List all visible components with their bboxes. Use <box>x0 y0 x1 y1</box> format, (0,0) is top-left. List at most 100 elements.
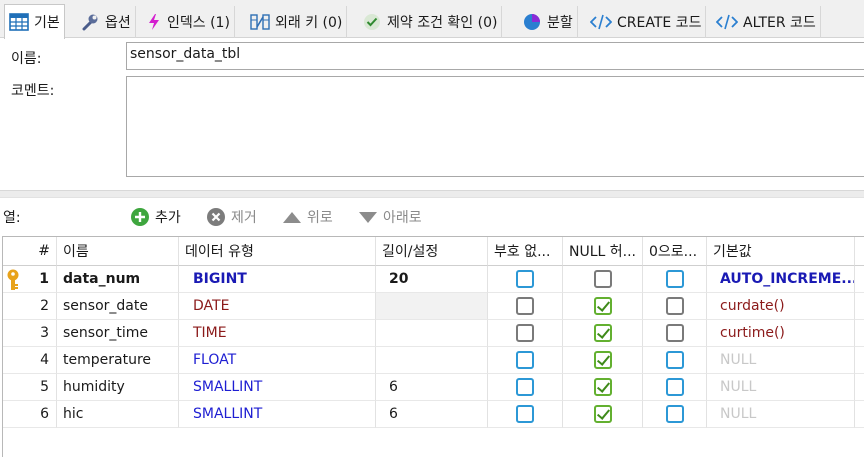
column-default[interactable]: curdate() <box>707 293 855 320</box>
splitter[interactable] <box>0 190 864 198</box>
unsigned-checkbox[interactable] <box>516 378 534 396</box>
header-name[interactable]: 이름 <box>57 237 179 266</box>
allow-null-checkbox-cell[interactable] <box>563 374 643 401</box>
column-name[interactable]: humidity <box>57 374 179 401</box>
column-length[interactable] <box>376 293 488 320</box>
column-name[interactable]: temperature <box>57 347 179 374</box>
tab-partitioning[interactable]: 분할 <box>518 6 578 38</box>
column-length[interactable] <box>376 320 488 347</box>
table-row[interactable]: 1 data_num BIGINT 20 AUTO_INCREME... <box>3 266 864 293</box>
remove-column-button[interactable]: 제거 <box>206 206 257 228</box>
zerofill-checkbox-cell[interactable] <box>643 266 707 293</box>
column-default[interactable]: NULL <box>707 374 855 401</box>
arrow-up-icon <box>283 212 301 223</box>
down-label: 아래로 <box>383 210 422 226</box>
header-more[interactable] <box>855 237 864 266</box>
tab-basic[interactable]: 기본 <box>4 4 65 39</box>
column-length[interactable]: 20 <box>376 266 488 293</box>
table-row[interactable]: 2 sensor_date DATE curdate() <box>3 293 864 320</box>
unsigned-checkbox-cell[interactable] <box>488 266 563 293</box>
unsigned-checkbox-cell[interactable] <box>488 374 563 401</box>
tab-foreign-keys[interactable]: 외래 키 (0) <box>246 6 348 38</box>
overflow-cell <box>855 374 864 401</box>
column-default[interactable]: NULL <box>707 401 855 428</box>
unsigned-checkbox[interactable] <box>516 405 534 423</box>
zerofill-checkbox-cell[interactable] <box>643 320 707 347</box>
column-name[interactable]: hic <box>57 401 179 428</box>
move-down-button[interactable]: 아래로 <box>358 206 422 228</box>
zerofill-checkbox-cell[interactable] <box>643 374 707 401</box>
allow-null-checkbox-cell[interactable] <box>563 293 643 320</box>
tab-create-code[interactable]: CREATE 코드 <box>586 6 707 38</box>
tab-alter-code[interactable]: ALTER 코드 <box>712 6 821 38</box>
header-default[interactable]: 기본값 <box>707 237 855 266</box>
tab-label: 인덱스 (1) <box>167 15 230 31</box>
zerofill-checkbox-cell[interactable] <box>643 401 707 428</box>
zerofill-checkbox[interactable] <box>665 351 684 369</box>
allow-null-checkbox-cell[interactable] <box>563 320 643 347</box>
column-type[interactable]: BIGINT <box>179 266 376 293</box>
header-num[interactable]: # <box>3 237 57 266</box>
overflow-cell <box>855 293 864 320</box>
table-row[interactable]: 4 temperature FLOAT NULL <box>3 347 864 374</box>
comment-textarea[interactable] <box>126 76 864 177</box>
header-allow-null[interactable]: NULL 허... <box>563 237 643 266</box>
code-icon <box>590 14 612 30</box>
table-row[interactable]: 3 sensor_time TIME curtime() <box>3 320 864 347</box>
zerofill-checkbox-cell[interactable] <box>643 347 707 374</box>
header-type[interactable]: 데이터 유형 <box>179 237 376 266</box>
unsigned-checkbox[interactable] <box>516 270 534 288</box>
zerofill-checkbox[interactable] <box>665 378 684 396</box>
unsigned-checkbox[interactable] <box>516 351 534 369</box>
unsigned-checkbox[interactable] <box>516 324 534 342</box>
tab-options[interactable]: 옵션 <box>76 6 136 38</box>
tab-check-constraints[interactable]: 제약 조건 확인 (0) <box>358 6 503 38</box>
column-type[interactable]: DATE <box>179 293 376 320</box>
zerofill-checkbox[interactable] <box>665 324 684 342</box>
wrench-icon <box>82 14 98 31</box>
column-name[interactable]: data_num <box>57 266 179 293</box>
unsigned-checkbox[interactable] <box>516 297 534 315</box>
move-up-button[interactable]: 위로 <box>282 206 333 228</box>
allow-null-checkbox[interactable] <box>593 297 612 315</box>
zerofill-checkbox-cell[interactable] <box>643 293 707 320</box>
unsigned-checkbox-cell[interactable] <box>488 347 563 374</box>
allow-null-checkbox[interactable] <box>593 270 612 288</box>
column-type[interactable]: TIME <box>179 320 376 347</box>
zerofill-checkbox[interactable] <box>665 405 684 423</box>
column-name[interactable]: sensor_date <box>57 293 179 320</box>
column-default[interactable]: NULL <box>707 347 855 374</box>
column-default[interactable]: AUTO_INCREME... <box>707 266 855 293</box>
allow-null-checkbox[interactable] <box>593 324 612 342</box>
column-type[interactable]: FLOAT <box>179 347 376 374</box>
allow-null-checkbox-cell[interactable] <box>563 401 643 428</box>
table-row[interactable]: 5 humidity SMALLINT 6 NULL <box>3 374 864 401</box>
column-type[interactable]: SMALLINT <box>179 401 376 428</box>
table-name-input[interactable]: sensor_data_tbl <box>126 42 864 70</box>
allow-null-checkbox[interactable] <box>593 351 612 369</box>
zerofill-checkbox[interactable] <box>665 297 684 315</box>
allow-null-checkbox[interactable] <box>593 405 612 423</box>
header-unsigned[interactable]: 부호 없... <box>488 237 563 266</box>
add-column-button[interactable]: 추가 <box>130 206 181 228</box>
tab-label: 외래 키 (0) <box>275 15 343 31</box>
unsigned-checkbox-cell[interactable] <box>488 293 563 320</box>
tab-bar: 기본 옵션 인덱스 (1) 외래 키 (0) 제약 조건 확인 (0) 분할 C… <box>0 0 864 39</box>
allow-null-checkbox-cell[interactable] <box>563 347 643 374</box>
table-row[interactable]: 6 hic SMALLINT 6 NULL <box>3 401 864 428</box>
unsigned-checkbox-cell[interactable] <box>488 401 563 428</box>
allow-null-checkbox[interactable] <box>593 378 612 396</box>
plus-circle-icon <box>131 208 149 226</box>
column-default[interactable]: curtime() <box>707 320 855 347</box>
tab-indexes[interactable]: 인덱스 (1) <box>142 6 235 38</box>
header-length[interactable]: 길이/설정 <box>376 237 488 266</box>
column-length[interactable]: 6 <box>376 401 488 428</box>
column-length[interactable]: 6 <box>376 374 488 401</box>
column-type[interactable]: SMALLINT <box>179 374 376 401</box>
allow-null-checkbox-cell[interactable] <box>563 266 643 293</box>
column-length[interactable] <box>376 347 488 374</box>
column-name[interactable]: sensor_time <box>57 320 179 347</box>
header-zerofill[interactable]: 0으로... <box>643 237 707 266</box>
unsigned-checkbox-cell[interactable] <box>488 320 563 347</box>
zerofill-checkbox[interactable] <box>665 270 684 288</box>
